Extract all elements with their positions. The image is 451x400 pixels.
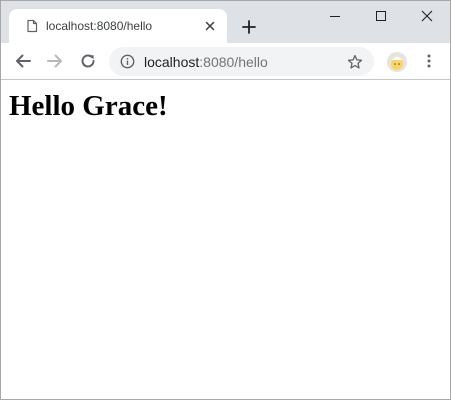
minimize-button[interactable] bbox=[312, 1, 358, 31]
browser-tab[interactable]: localhost:8080/hello bbox=[9, 9, 227, 43]
star-icon[interactable] bbox=[347, 54, 363, 70]
maximize-button[interactable] bbox=[358, 1, 404, 31]
url-host: localhost bbox=[144, 54, 200, 70]
page-content: Hello Grace! bbox=[1, 81, 450, 399]
close-icon bbox=[421, 10, 433, 22]
url-path: :8080/hello bbox=[199, 54, 268, 70]
tab-close-icon[interactable] bbox=[203, 19, 217, 33]
info-icon[interactable] bbox=[120, 54, 135, 69]
kebab-menu-icon[interactable] bbox=[421, 53, 437, 69]
url-text: localhost:8080/hello bbox=[144, 54, 268, 70]
browser-window: localhost:8080/hello localhost:8080/hell… bbox=[0, 0, 451, 400]
tab-strip: localhost:8080/hello bbox=[1, 1, 450, 43]
address-bar[interactable]: localhost:8080/hello bbox=[109, 47, 374, 76]
arrow-right-icon[interactable] bbox=[45, 51, 65, 71]
reload-icon[interactable] bbox=[78, 51, 98, 71]
browser-toolbar: localhost:8080/hello bbox=[1, 43, 450, 80]
arrow-left-icon[interactable] bbox=[13, 51, 33, 71]
page-title: Hello Grace! bbox=[9, 90, 168, 122]
avatar[interactable] bbox=[387, 52, 407, 72]
maximize-icon bbox=[376, 11, 386, 21]
tab-title: localhost:8080/hello bbox=[46, 19, 153, 33]
new-tab-icon[interactable] bbox=[241, 19, 257, 35]
document-icon bbox=[25, 19, 39, 33]
close-window-button[interactable] bbox=[404, 1, 450, 31]
minimize-icon bbox=[330, 16, 340, 17]
